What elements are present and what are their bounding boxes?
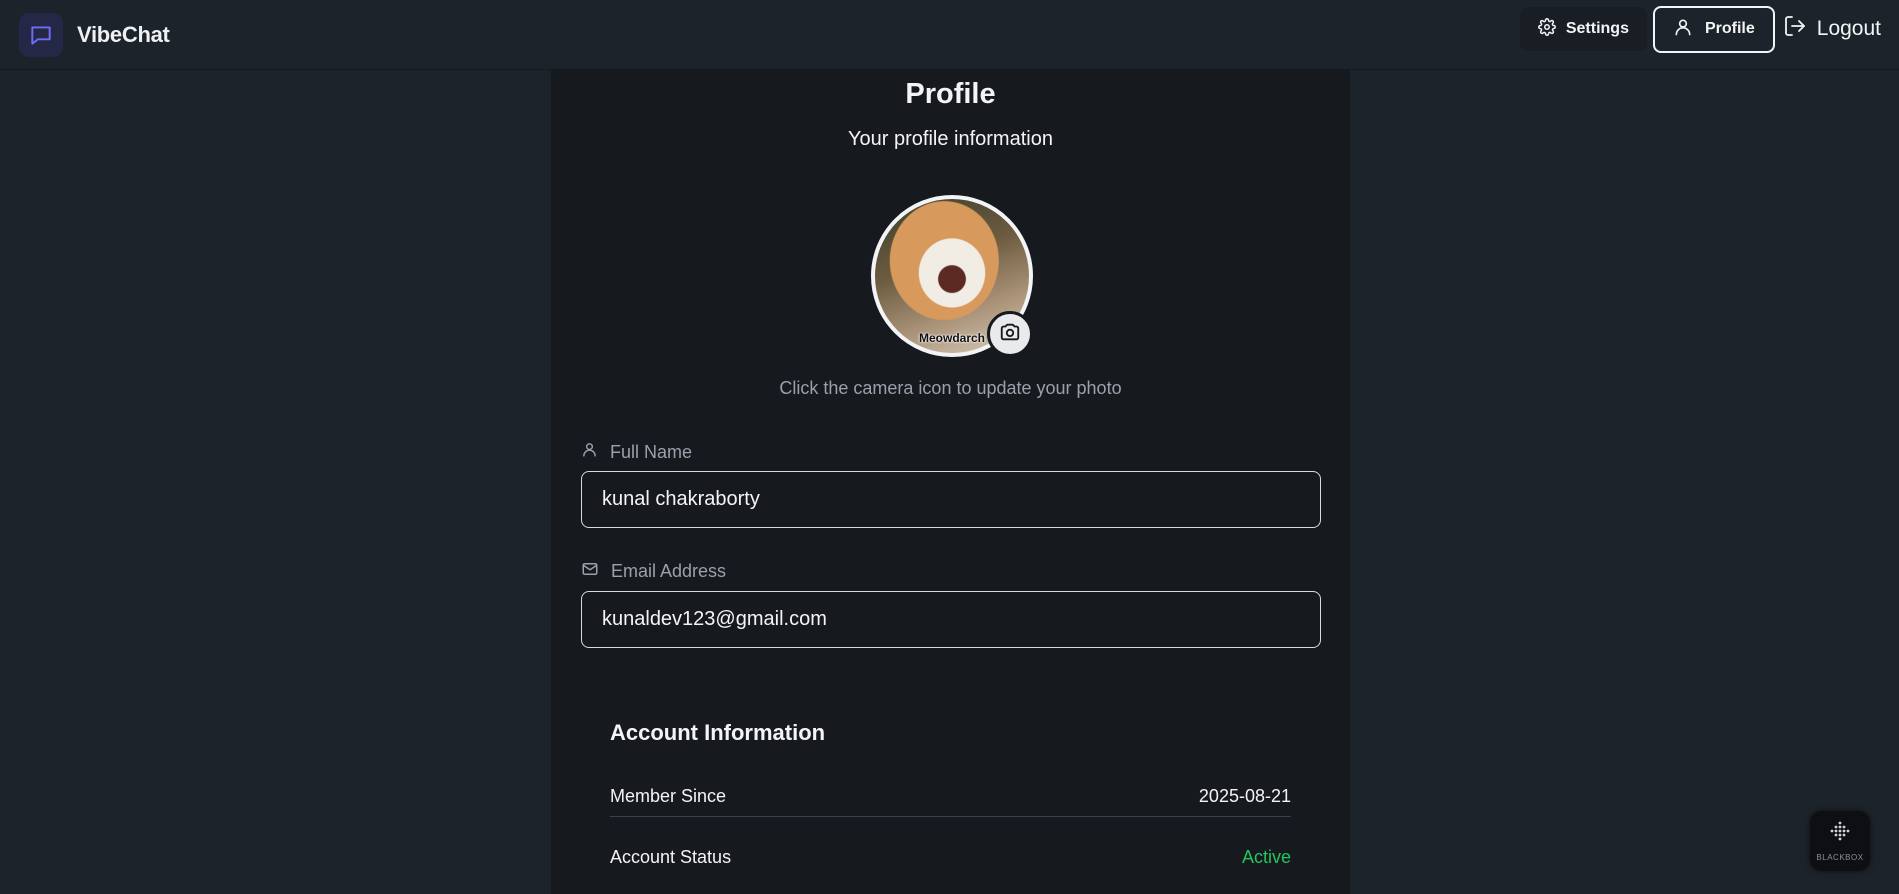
logout-label: Logout — [1816, 17, 1881, 40]
logout-button[interactable]: Logout — [1775, 7, 1887, 51]
nav-actions: Settings Profile Logout — [1519, 5, 1887, 53]
email-field[interactable]: kunaldev123@gmail.com — [581, 591, 1321, 648]
page-subtitle: Your profile information — [848, 128, 1053, 150]
status-badge: Active — [1241, 846, 1291, 867]
user-icon — [1673, 17, 1693, 42]
brand[interactable]: VibeChat — [19, 12, 170, 57]
page-title: Profile — [905, 78, 996, 110]
avatar-container: Meowdarch — [871, 195, 1033, 357]
full-name-label: Full Name — [581, 441, 692, 463]
logout-icon — [1783, 14, 1807, 44]
widget-label: BLACKBOX — [1816, 853, 1864, 862]
gear-icon — [1537, 17, 1556, 41]
mail-icon — [581, 560, 599, 583]
full-name-label-text: Full Name — [610, 441, 693, 462]
account-info-title: Account Information — [610, 720, 826, 745]
photo-hint: Click the camera icon to update your pho… — [779, 378, 1122, 398]
chat-bubble-icon — [19, 12, 63, 57]
email-label: Email Address — [581, 560, 726, 583]
profile-card: Profile Your profile information Meowdar… — [551, 70, 1350, 894]
blackbox-widget-button[interactable]: BLACKBOX — [1810, 811, 1870, 871]
account-status-label: Account Status — [610, 846, 732, 867]
settings-label: Settings — [1565, 20, 1629, 37]
camera-icon — [999, 321, 1021, 348]
email-value: kunaldev123@gmail.com — [602, 608, 827, 630]
settings-button[interactable]: Settings — [1519, 7, 1647, 51]
camera-upload-button[interactable] — [987, 311, 1033, 357]
profile-label: Profile — [1704, 20, 1755, 37]
email-label-text: Email Address — [611, 561, 727, 581]
member-since-row: Member Since 2025-08-21 — [610, 777, 1291, 817]
member-since-value: 2025-08-21 — [1198, 786, 1291, 806]
member-since-label: Member Since — [610, 786, 727, 806]
full-name-value: kunal chakraborty — [602, 488, 760, 510]
account-status-row: Account Status Active — [610, 837, 1291, 877]
full-name-field[interactable]: kunal chakraborty — [581, 471, 1321, 528]
profile-button[interactable]: Profile — [1652, 5, 1775, 53]
navbar: VibeChat Settings Profile Logout — [0, 0, 1899, 70]
dot-grid-icon — [1825, 820, 1855, 851]
user-icon — [581, 441, 598, 463]
brand-name: VibeChat — [77, 21, 170, 47]
